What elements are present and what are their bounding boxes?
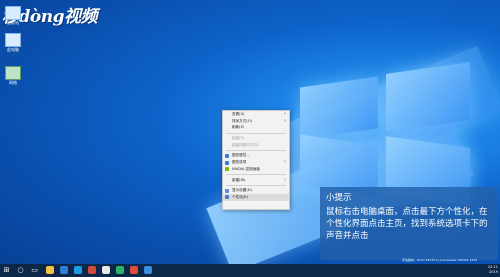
menu-item-nvidia-control-panel[interactable]: NVIDIA 控制面板 xyxy=(223,166,289,173)
menu-item-label: 排序方式(O) xyxy=(232,118,253,123)
desktop[interactable]: { "watermark": { "text": "秒dòng视频" }, "d… xyxy=(0,0,500,277)
hint-box: 小提示 鼠标右击电脑桌面，点击最下方个性化，在个性化界面点击主页，找到系统选项卡… xyxy=(320,187,498,260)
this-pc-icon[interactable]: 此电脑 xyxy=(3,33,23,53)
menu-item-view[interactable]: 查看(V) › xyxy=(223,111,289,118)
menu-separator xyxy=(226,149,286,151)
chevron-right-icon: › xyxy=(284,117,286,124)
network-glyph-icon xyxy=(5,66,21,80)
desktop-icon-label: 回收站 xyxy=(7,20,19,25)
recycle-bin-glyph-icon xyxy=(5,6,21,20)
task-view-icon[interactable]: ▭ xyxy=(31,267,38,274)
desktop-icon-label: 此电脑 xyxy=(7,47,19,52)
computer-glyph-icon xyxy=(5,33,21,47)
start-button-icon[interactable]: ⊞ xyxy=(3,267,10,274)
hint-body: 鼠标右击电脑桌面，点击最下方个性化，在个性化界面点击主页，找到系统选项卡下的声音… xyxy=(326,207,488,241)
app-icon[interactable] xyxy=(130,266,138,274)
menu-item-label: 粘贴快捷方式(S) xyxy=(232,142,259,147)
taskbar: ⊞ ○ ▭ 22:11 2019 xyxy=(0,264,500,277)
hint-title: 小提示 xyxy=(326,193,352,203)
edge-browser-icon[interactable] xyxy=(60,266,68,274)
menu-item-paste-shortcut: 粘贴快捷方式(S) xyxy=(223,142,289,149)
network-icon[interactable]: 网络 xyxy=(3,66,23,86)
graphics-icon xyxy=(225,153,229,158)
menu-item-label: NVIDIA 控制面板 xyxy=(232,166,261,171)
menu-separator xyxy=(226,132,286,134)
menu-item-label: 刷新(E) xyxy=(232,125,245,130)
clock-date: 2019 xyxy=(489,270,498,274)
app-icon[interactable] xyxy=(102,266,110,274)
build-info: 评估副本。Build 18334.rs_prerelease.190301-15… xyxy=(402,258,478,262)
nvidia-icon xyxy=(225,167,229,172)
search-icon[interactable]: ○ xyxy=(17,267,24,274)
app-icon[interactable] xyxy=(144,266,152,274)
menu-item-label: 个性化(R) xyxy=(232,194,249,199)
recycle-bin-icon[interactable]: 回收站 xyxy=(3,6,23,26)
menu-item-graphics-options[interactable]: 图形选项 › xyxy=(223,159,289,166)
menu-item-label: 查看(V) xyxy=(232,112,245,116)
graphics-icon xyxy=(225,160,229,165)
chevron-right-icon: › xyxy=(284,176,286,183)
menu-separator xyxy=(226,174,286,175)
menu-item-paste: 粘贴(P) xyxy=(223,135,289,142)
chevron-right-icon: › xyxy=(284,159,286,166)
desktop-context-menu: 查看(V) › 排序方式(O) › 刷新(E) 粘贴(P) 粘贴快捷方式(S) … xyxy=(222,110,290,210)
chevron-right-icon: › xyxy=(284,111,286,117)
menu-item-label: 图形选项 xyxy=(232,160,247,165)
menu-item-graphics-properties[interactable]: 图形属性... xyxy=(223,152,289,159)
menu-item-new[interactable]: 新建(W) › xyxy=(223,177,289,184)
menu-item-label: 新建(W) xyxy=(232,177,246,182)
menu-item-sort[interactable]: 排序方式(O) › xyxy=(223,118,289,125)
desktop-icon-label: 网络 xyxy=(9,80,17,85)
menu-item-label: 粘贴(P) xyxy=(232,136,245,141)
menu-separator xyxy=(226,184,286,186)
menu-item-label: 图形属性... xyxy=(232,153,250,158)
app-icon[interactable] xyxy=(88,266,96,274)
system-clock[interactable]: 22:11 2019 xyxy=(488,265,498,275)
store-icon[interactable] xyxy=(74,266,82,274)
menu-item-label: 显示设置(D) xyxy=(232,188,252,193)
app-icon[interactable] xyxy=(116,266,124,274)
display-icon xyxy=(225,188,229,193)
menu-item-refresh[interactable]: 刷新(E) xyxy=(223,124,289,131)
menu-item-display-settings[interactable]: 显示设置(D) xyxy=(223,187,289,194)
menu-item-personalize[interactable]: 个性化(R) xyxy=(223,193,289,201)
personalize-icon xyxy=(225,195,229,200)
file-explorer-icon[interactable] xyxy=(46,266,54,274)
